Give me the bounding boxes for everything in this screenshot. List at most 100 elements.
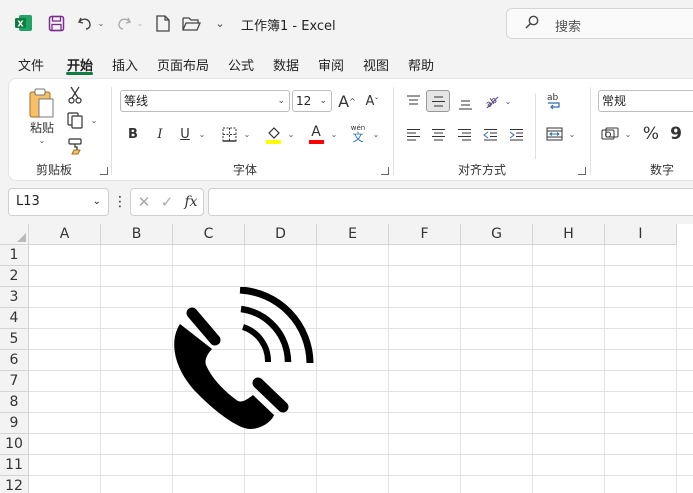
font-color-swatch <box>308 139 324 144</box>
row-header-8[interactable]: 8 <box>0 392 29 413</box>
font-dialog-launcher[interactable] <box>381 167 389 175</box>
fill-color-icon[interactable] <box>263 123 283 145</box>
more-options-icon[interactable]: ⋮ <box>113 193 127 211</box>
format-painter-icon[interactable] <box>65 136 85 156</box>
underline-button[interactable]: U <box>177 124 193 144</box>
clipboard-dialog-launcher[interactable] <box>100 167 108 175</box>
font-color-icon[interactable]: A <box>306 123 326 145</box>
tab-review[interactable]: 审阅 <box>318 55 344 74</box>
column-header-h[interactable]: H <box>533 224 605 245</box>
tab-page-layout[interactable]: 页面布局 <box>157 55 209 74</box>
column-header-d[interactable]: D <box>245 224 317 245</box>
font-color-dropdown-icon[interactable]: ⌄ <box>329 129 339 139</box>
undo-dropdown-icon[interactable]: ⌄ <box>96 12 106 34</box>
name-box-value: L13 <box>16 194 40 209</box>
font-size-select[interactable]: 12 ⌄ <box>292 90 332 112</box>
row-header-7[interactable]: 7 <box>0 371 29 392</box>
cancel-icon[interactable]: ✕ <box>135 192 153 212</box>
fill-color-dropdown-icon[interactable]: ⌄ <box>286 129 296 139</box>
decrease-font-size-icon[interactable]: Aˇ <box>362 91 382 111</box>
tab-insert[interactable]: 插入 <box>112 55 138 74</box>
phonetic-guide-icon[interactable]: wén 文 <box>348 122 368 146</box>
row-header-2[interactable]: 2 <box>0 266 29 287</box>
copy-icon[interactable] <box>65 110 85 130</box>
number-format-value: 常规 <box>602 94 627 108</box>
insert-function-icon[interactable]: fx <box>181 192 201 212</box>
redo-dropdown-icon[interactable]: ⌄ <box>135 12 145 34</box>
alignment-group-label: 对齐方式 <box>458 163 507 177</box>
row-header-5[interactable]: 5 <box>0 329 29 350</box>
column-header-a[interactable]: A <box>29 224 101 245</box>
phonetic-dropdown-icon[interactable]: ⌄ <box>371 129 381 139</box>
comma-style-button[interactable]: 9 <box>668 124 684 144</box>
align-right-icon[interactable] <box>453 124 475 144</box>
alignment-dialog-launcher[interactable] <box>578 167 586 175</box>
new-file-icon[interactable] <box>154 12 172 34</box>
tab-file[interactable]: 文件 <box>18 55 44 74</box>
formula-input[interactable] <box>208 188 693 216</box>
undo-icon[interactable] <box>76 12 94 34</box>
paste-dropdown-icon: ⌄ <box>38 136 46 145</box>
tab-data[interactable]: 数据 <box>273 55 299 74</box>
open-folder-icon[interactable] <box>181 12 201 34</box>
cell-area[interactable] <box>29 245 693 493</box>
cut-icon[interactable] <box>65 85 85 105</box>
worksheet-grid: A B C D E F G H I 1 2 3 4 5 6 7 8 9 10 1… <box>0 224 693 493</box>
column-header-i[interactable]: I <box>605 224 677 245</box>
name-box[interactable]: L13 ⌄ <box>8 188 109 216</box>
align-bottom-icon[interactable] <box>454 93 476 113</box>
align-top-icon[interactable] <box>402 91 424 111</box>
ribbon: 粘贴 ⌄ ⌄ 剪贴板 等线 ⌄ 12 ⌄ A ^ Aˇ B I U ⌄ ⌄ ⌄ A… <box>8 78 693 181</box>
search-placeholder: 搜索 <box>555 20 582 35</box>
row-header-12[interactable]: 12 <box>0 476 29 493</box>
save-icon[interactable] <box>46 12 66 34</box>
tab-formulas[interactable]: 公式 <box>228 55 254 74</box>
decrease-indent-icon[interactable] <box>479 124 501 144</box>
enter-icon[interactable]: ✓ <box>158 192 176 212</box>
row-header-9[interactable]: 9 <box>0 413 29 434</box>
column-header-e[interactable]: E <box>317 224 389 245</box>
row-header-10[interactable]: 10 <box>0 434 29 455</box>
orientation-dropdown-icon[interactable]: ⌄ <box>503 96 513 106</box>
column-header-g[interactable]: G <box>461 224 533 245</box>
wrap-text-icon[interactable]: ab <box>543 90 565 112</box>
font-size-value: 12 <box>296 94 312 108</box>
font-name-select[interactable]: 等线 ⌄ <box>120 90 290 112</box>
orientation-icon[interactable]: ab <box>481 90 503 112</box>
paste-button[interactable]: 粘贴 ⌄ <box>23 87 61 149</box>
merge-center-icon[interactable] <box>543 123 565 145</box>
borders-icon[interactable] <box>219 124 239 144</box>
align-middle-icon[interactable] <box>426 90 450 112</box>
select-all-button[interactable] <box>0 224 29 245</box>
italic-button[interactable]: I <box>152 124 168 144</box>
row-header-1[interactable]: 1 <box>0 245 29 266</box>
merge-dropdown-icon[interactable]: ⌄ <box>567 129 577 139</box>
accounting-dropdown-icon[interactable]: ⌄ <box>623 129 633 139</box>
customize-toolbar-icon[interactable]: ⌄ <box>213 12 227 34</box>
row-header-6[interactable]: 6 <box>0 350 29 371</box>
redo-icon[interactable] <box>115 12 133 34</box>
bold-button[interactable]: B <box>125 124 141 144</box>
increase-font-size-icon[interactable]: A ^ <box>337 91 357 111</box>
copy-dropdown-icon[interactable]: ⌄ <box>89 115 99 125</box>
number-format-select[interactable]: 常规 <box>598 90 693 112</box>
underline-dropdown-icon[interactable]: ⌄ <box>197 129 207 139</box>
accounting-format-icon[interactable] <box>599 124 621 144</box>
search-box[interactable]: 搜索 <box>506 8 693 39</box>
column-header-b[interactable]: B <box>101 224 173 245</box>
row-header-11[interactable]: 11 <box>0 455 29 476</box>
tab-help[interactable]: 帮助 <box>408 55 434 74</box>
paste-icon <box>29 88 54 118</box>
row-header-3[interactable]: 3 <box>0 287 29 308</box>
column-header-f[interactable]: F <box>389 224 461 245</box>
borders-dropdown-icon[interactable]: ⌄ <box>242 129 252 139</box>
phone-call-icon[interactable] <box>168 287 316 433</box>
increase-indent-icon[interactable] <box>505 124 527 144</box>
align-left-icon[interactable] <box>402 124 424 144</box>
row-header-4[interactable]: 4 <box>0 308 29 329</box>
select-all-triangle-icon <box>17 233 26 242</box>
column-header-c[interactable]: C <box>173 224 245 245</box>
tab-view[interactable]: 视图 <box>363 55 389 74</box>
align-center-icon[interactable] <box>427 124 449 144</box>
percent-style-button[interactable]: % <box>640 124 662 144</box>
